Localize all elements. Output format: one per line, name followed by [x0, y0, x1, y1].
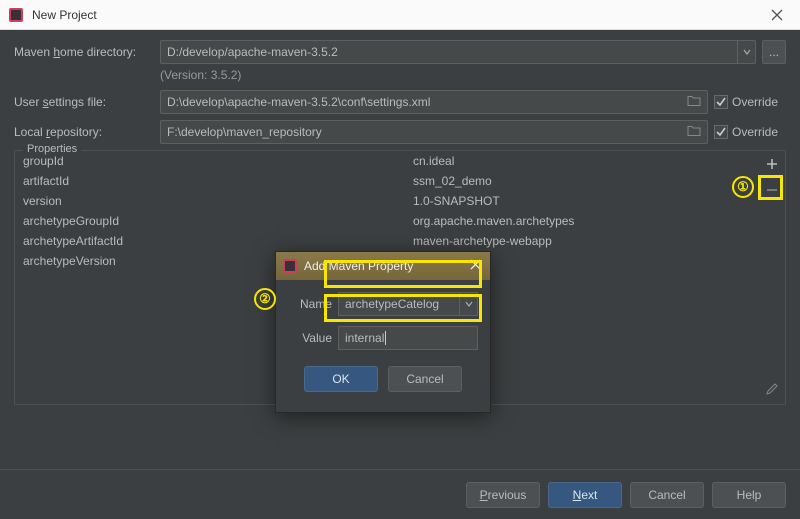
home-dir-combo[interactable]: D:/develop/apache-maven-3.5.2 — [160, 40, 756, 64]
version-note: (Version: 3.5.2) — [160, 68, 786, 82]
table-row[interactable]: archetypeGroupIdorg.apache.maven.archety… — [15, 211, 759, 231]
help-button[interactable]: Help — [712, 482, 786, 508]
title-bar: New Project — [0, 0, 800, 30]
footer: Previous Next Cancel Help — [0, 469, 800, 519]
table-row[interactable]: version1.0-SNAPSHOT — [15, 191, 759, 211]
next-button[interactable]: Next — [548, 482, 622, 508]
checkbox-icon — [714, 95, 728, 109]
local-repo-input[interactable]: F:\develop\maven_repository — [160, 120, 708, 144]
name-combo[interactable]: archetypeCatelog — [338, 292, 478, 316]
window-title: New Project — [32, 8, 762, 22]
name-label: Name — [288, 297, 332, 311]
value-input[interactable]: internal — [338, 326, 478, 350]
properties-title: Properties — [23, 143, 81, 155]
local-repo-value: F:\develop\maven_repository — [167, 125, 322, 139]
override-settings-checkbox[interactable]: Override — [714, 95, 786, 109]
chevron-down-icon[interactable] — [459, 293, 477, 315]
remove-property-button[interactable] — [761, 179, 783, 201]
cancel-button[interactable]: Cancel — [630, 482, 704, 508]
checkbox-icon — [714, 125, 728, 139]
table-row[interactable]: groupIdcn.ideal — [15, 151, 759, 171]
ok-button[interactable]: OK — [304, 366, 378, 392]
home-dir-value: D:/develop/apache-maven-3.5.2 — [167, 45, 338, 59]
chevron-down-icon[interactable] — [737, 41, 755, 63]
home-dir-label: Maven home directory: — [14, 45, 154, 59]
browse-home-dir-button[interactable]: ... — [762, 40, 786, 64]
value-label: Value — [288, 331, 332, 345]
user-settings-label: User settings file: — [14, 95, 154, 109]
folder-icon[interactable] — [687, 125, 701, 140]
local-repo-label: Local repository: — [14, 125, 154, 139]
table-row[interactable]: artifactIdssm_02_demo — [15, 171, 759, 191]
previous-button[interactable]: Previous — [466, 482, 540, 508]
edit-property-button[interactable] — [761, 378, 783, 400]
folder-icon[interactable] — [687, 95, 701, 110]
app-icon — [282, 258, 298, 274]
add-property-dialog: Add Maven Property Name archetypeCatelog… — [275, 251, 491, 413]
close-icon[interactable] — [466, 259, 484, 273]
cancel-button[interactable]: Cancel — [388, 366, 462, 392]
override-repo-checkbox[interactable]: Override — [714, 125, 786, 139]
user-settings-value: D:\develop\apache-maven-3.5.2\conf\setti… — [167, 95, 430, 109]
add-property-button[interactable] — [761, 153, 783, 175]
app-icon — [8, 7, 24, 23]
dialog-title-bar: Add Maven Property — [276, 252, 490, 280]
table-row[interactable]: archetypeArtifactIdmaven-archetype-webap… — [15, 231, 759, 251]
dialog-title: Add Maven Property — [304, 259, 466, 273]
close-icon[interactable] — [762, 0, 792, 30]
user-settings-input[interactable]: D:\develop\apache-maven-3.5.2\conf\setti… — [160, 90, 708, 114]
